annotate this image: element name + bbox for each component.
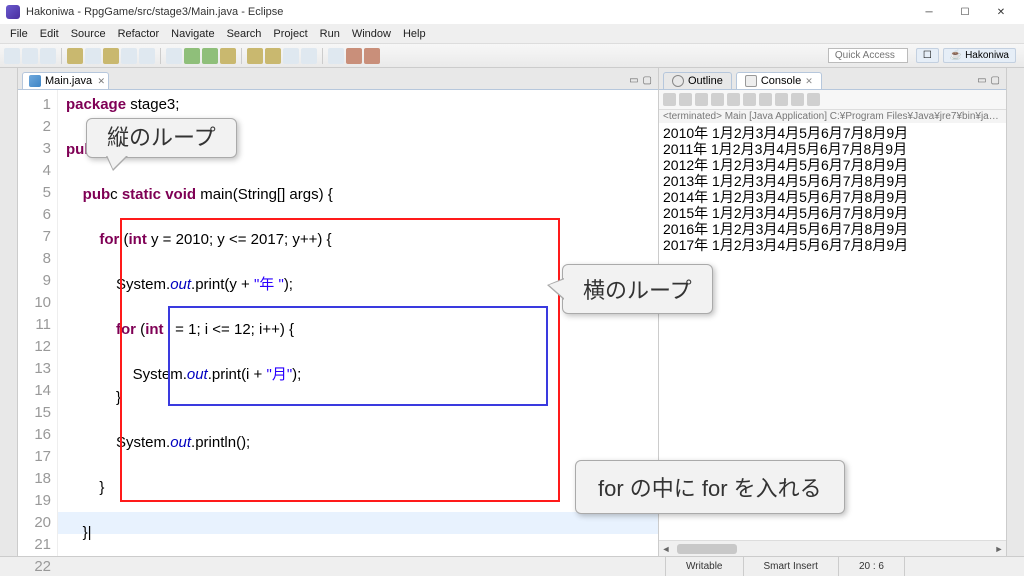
tool-new-icon[interactable] [4, 48, 20, 64]
toolbar-sep [61, 48, 62, 64]
status-writable: Writable [665, 557, 743, 576]
console-line: 2014年 1月2月3月4月5月6月7月8月9月 [663, 189, 1002, 205]
scroll-left-icon[interactable]: ◄ [659, 542, 673, 556]
console-line: 2017年 1月2月3月4月5月6月7月8月9月 [663, 237, 1002, 253]
tool-search-icon[interactable] [283, 48, 299, 64]
inner-loop-highlight [168, 306, 548, 406]
editor-area: Main.java ✕ ▭ ▢ 123456789101112131415161… [18, 68, 658, 556]
workbench: Main.java ✕ ▭ ▢ 123456789101112131415161… [0, 68, 1024, 556]
right-tabs: Outline Console ✕ ▭ ▢ [659, 68, 1006, 90]
console-btn-icon[interactable] [759, 93, 772, 106]
menu-edit[interactable]: Edit [34, 28, 65, 40]
menu-file[interactable]: File [4, 28, 34, 40]
tab-close-icon[interactable]: ✕ [805, 76, 813, 87]
console-btn-icon[interactable] [727, 93, 740, 106]
status-cursor-pos: 20 : 6 [838, 557, 904, 576]
tool-wand-icon[interactable] [67, 48, 83, 64]
menu-refactor[interactable]: Refactor [112, 28, 166, 40]
tool-run2-icon[interactable] [202, 48, 218, 64]
menu-navigate[interactable]: Navigate [165, 28, 220, 40]
console-line: 2013年 1月2月3月4月5月6月7月8月9月 [663, 173, 1002, 189]
tool-book-icon[interactable] [121, 48, 137, 64]
menu-project[interactable]: Project [267, 28, 313, 40]
status-empty [904, 557, 1024, 576]
console-btn-icon[interactable] [807, 93, 820, 106]
status-bar: Writable Smart Insert 20 : 6 [0, 556, 1024, 576]
close-button[interactable]: ✕ [984, 2, 1018, 22]
app-icon [6, 5, 20, 19]
console-btn-icon[interactable] [695, 93, 708, 106]
menu-search[interactable]: Search [221, 28, 268, 40]
window-title: Hakoniwa - RpgGame/src/stage3/Main.java … [26, 6, 283, 18]
toolbar-sep [241, 48, 242, 64]
perspective-hakoniwa[interactable]: ☕ Hakoniwa [943, 48, 1016, 63]
code-editor[interactable]: 12345678910111213141516171819202122 pack… [18, 90, 658, 556]
menu-bar: File Edit Source Refactor Navigate Searc… [0, 24, 1024, 44]
status-insert-mode: Smart Insert [743, 557, 838, 576]
outline-icon [672, 75, 684, 87]
tool-back-icon[interactable] [346, 48, 362, 64]
java-file-icon [29, 75, 41, 87]
console-line: 2010年 1月2月3月4月5月6月7月8月9月 [663, 125, 1002, 141]
tool-run-icon[interactable] [184, 48, 200, 64]
tool-open-type-icon[interactable] [85, 48, 101, 64]
tool-save-icon[interactable] [22, 48, 38, 64]
console-btn-icon[interactable] [679, 93, 692, 106]
toolbar-sep [160, 48, 161, 64]
view-max-icon[interactable]: ▢ [991, 75, 1000, 86]
tool-newpkg-icon[interactable] [265, 48, 281, 64]
menu-source[interactable]: Source [65, 28, 112, 40]
tab-outline[interactable]: Outline [663, 72, 732, 89]
editor-max-icon[interactable]: ▢ [643, 75, 652, 86]
console-line: 2016年 1月2月3月4月5月6月7月8月9月 [663, 221, 1002, 237]
console-hscroll[interactable]: ◄ ► [659, 540, 1006, 556]
code-body[interactable]: package stage3; pub pubc static void mai… [58, 90, 658, 556]
editor-min-icon[interactable]: ▭ [629, 75, 638, 86]
tool-pin-icon[interactable] [328, 48, 344, 64]
callout-horizontal-loop: 横のループ [562, 264, 713, 314]
console-icon [745, 75, 757, 87]
tab-label: Main.java [45, 75, 92, 87]
callout-nested-for: for の中に for を入れる [575, 460, 845, 514]
console-toolbar [659, 90, 1006, 110]
tab-main-java[interactable]: Main.java ✕ [22, 72, 109, 89]
console-line: 2011年 1月2月3月4月5月6月7月8月9月 [663, 141, 1002, 157]
tab-console[interactable]: Console ✕ [736, 72, 822, 89]
view-min-icon[interactable]: ▭ [977, 75, 986, 86]
editor-tabs: Main.java ✕ ▭ ▢ [18, 68, 658, 90]
right-trim[interactable] [1006, 68, 1024, 556]
console-line: 2015年 1月2月3月4月5月6月7月8月9月 [663, 205, 1002, 221]
tool-debug-icon[interactable] [166, 48, 182, 64]
tool-toggle-icon[interactable] [301, 48, 317, 64]
line-numbers: 12345678910111213141516171819202122 [18, 90, 58, 556]
callout-vertical-loop: 縦のループ [86, 118, 237, 158]
title-bar: Hakoniwa - RpgGame/src/stage3/Main.java … [0, 0, 1024, 24]
quick-access-input[interactable] [828, 48, 908, 63]
console-line: 2012年 1月2月3月4月5月6月7月8月9月 [663, 157, 1002, 173]
main-toolbar: ☐ ☕ Hakoniwa [0, 44, 1024, 68]
perspective-switch-icon[interactable]: ☐ [916, 48, 939, 63]
tool-lightning-icon[interactable] [103, 48, 119, 64]
scroll-thumb[interactable] [677, 544, 737, 554]
menu-window[interactable]: Window [346, 28, 397, 40]
tool-package-icon[interactable] [139, 48, 155, 64]
scroll-right-icon[interactable]: ► [992, 542, 1006, 556]
minimize-button[interactable]: ─ [912, 2, 946, 22]
console-btn-icon[interactable] [775, 93, 788, 106]
tool-saveall-icon[interactable] [40, 48, 56, 64]
console-btn-icon[interactable] [711, 93, 724, 106]
tab-close-icon[interactable]: ✕ [98, 76, 106, 87]
console-btn-icon[interactable] [663, 93, 676, 106]
tool-external-icon[interactable] [220, 48, 236, 64]
console-btn-icon[interactable] [743, 93, 756, 106]
console-btn-icon[interactable] [791, 93, 804, 106]
menu-help[interactable]: Help [397, 28, 432, 40]
toolbar-sep [322, 48, 323, 64]
tool-newclass-icon[interactable] [247, 48, 263, 64]
maximize-button[interactable]: ☐ [948, 2, 982, 22]
console-terminated-label: <terminated> Main [Java Application] C:¥… [659, 110, 1006, 123]
menu-run[interactable]: Run [314, 28, 346, 40]
tool-fwd-icon[interactable] [364, 48, 380, 64]
left-trim[interactable] [0, 68, 18, 556]
